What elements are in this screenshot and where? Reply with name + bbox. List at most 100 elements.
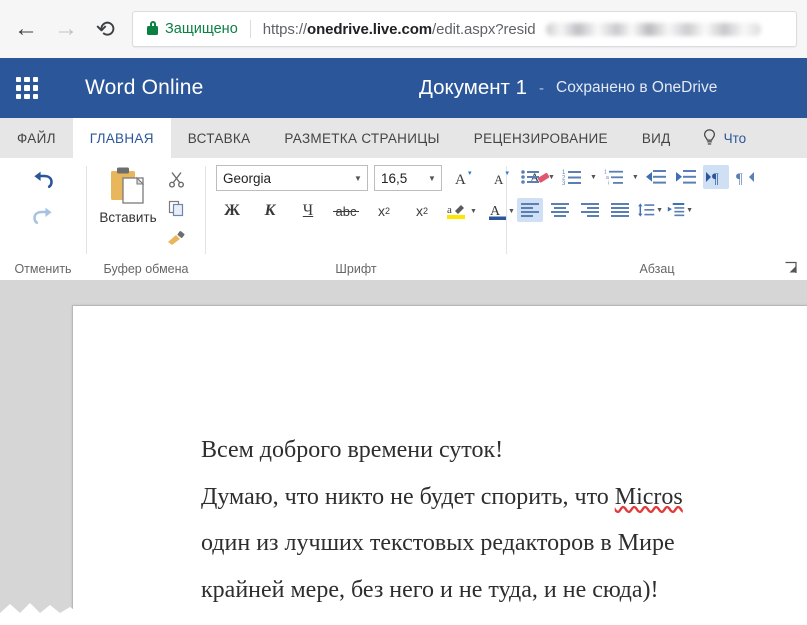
reload-icon: ⟳ — [96, 15, 116, 42]
tab-review[interactable]: РЕЦЕНЗИРОВАНИЕ — [457, 118, 625, 158]
right-to-left-button[interactable]: ¶ — [733, 165, 759, 189]
left-to-right-button[interactable]: ¶ — [702, 165, 729, 189]
tab-page-layout[interactable]: РАЗМЕТКА СТРАНИЦЫ — [267, 118, 456, 158]
italic-button[interactable]: К — [254, 199, 286, 223]
cut-button[interactable] — [163, 167, 189, 191]
app-launcher-button[interactable] — [4, 58, 50, 118]
multilevel-list-icon: 1 a i — [604, 170, 623, 186]
document-paragraph-1: Всем доброго времени суток! — [201, 437, 504, 463]
group-label-clipboard: Буфер обмена — [103, 262, 189, 276]
arrow-right-icon: → — [54, 15, 78, 42]
font-size-value: 16,5 — [381, 170, 408, 186]
url-host: onedrive.live.com — [307, 20, 433, 38]
ribbon-body: Отменить Вставить Буфер обмена Georgia ▼… — [0, 158, 807, 281]
paste-label: Вставить — [99, 210, 157, 225]
paragraph-shading-button[interactable]: ▼ — [667, 198, 693, 222]
format-painter-button[interactable] — [163, 225, 189, 249]
word-online-browser-window: ← → ⟳ Защищено https://onedrive.live.com… — [0, 0, 807, 625]
decrease-indent-button[interactable] — [643, 165, 669, 189]
bold-button[interactable]: Ж — [216, 199, 248, 223]
subscript-base: x — [377, 203, 385, 219]
office-header-bar: Word Online Документ 1 - Сохранено в One… — [0, 58, 807, 118]
document-paragraph-4: крайней мере, без него и не туда, и не с… — [201, 576, 659, 603]
svg-text:¶: ¶ — [712, 171, 719, 186]
strikethrough-button[interactable]: abc — [330, 199, 362, 223]
tab-insert[interactable]: ВСТАВКА — [171, 118, 268, 158]
line-spacing-button[interactable]: ▼ — [637, 198, 663, 222]
svg-text:A: A — [455, 172, 466, 188]
left-to-right-icon: ¶ — [706, 171, 719, 186]
underline-button[interactable]: Ч — [292, 199, 324, 223]
document-body[interactable]: Всем доброго времени суток! Думаю, что н… — [201, 434, 807, 625]
svg-text:A: A — [494, 172, 504, 187]
paragraph-shading-icon — [667, 203, 685, 217]
font-name-value: Georgia — [223, 170, 272, 186]
superscript-base: x — [415, 203, 423, 219]
forward-button[interactable]: → — [48, 11, 84, 47]
paragraph-row-bottom: ▼ ▼ — [517, 198, 693, 222]
font-color-icon: A — [488, 204, 506, 220]
paste-button[interactable]: Вставить — [95, 164, 161, 225]
svg-text:¶: ¶ — [736, 171, 743, 186]
paragraph-row-top: ▼ 1 2 3 ▼ 1 a i ▼ ¶ ¶ — [517, 165, 759, 189]
arrow-left-icon: ← — [14, 15, 38, 42]
ribbon-group-clipboard: Вставить Буфер обмена — [87, 158, 205, 280]
numbered-list-button[interactable]: 1 2 3 — [559, 165, 585, 189]
svg-text:3: 3 — [562, 181, 566, 186]
ribbon-tab-bar: ФАЙЛ ГЛАВНАЯ ВСТАВКА РАЗМЕТКА СТРАНИЦЫ Р… — [0, 118, 807, 159]
back-button[interactable]: ← — [8, 11, 44, 47]
multilevel-list-button[interactable]: 1 a i — [601, 165, 627, 189]
document-paragraph-2: Думаю, что никто не будет спорить, что M… — [201, 481, 807, 514]
reload-button[interactable]: ⟳ — [88, 11, 124, 47]
secure-label: Защищено — [165, 21, 238, 37]
lightbulb-icon — [703, 129, 715, 145]
text-highlight-button[interactable]: a ▼ — [444, 199, 480, 223]
document-title[interactable]: Документ 1 — [419, 76, 527, 100]
address-bar[interactable]: Защищено https://onedrive.live.com/edit.… — [132, 11, 797, 47]
font-size-dropdown[interactable]: 16,5 ▼ — [374, 165, 442, 191]
group-label-font: Шрифт — [335, 262, 377, 276]
copy-button[interactable] — [163, 196, 189, 220]
text-highlight-icon: a — [447, 204, 465, 219]
chevron-down-icon: ▼ — [656, 206, 663, 214]
superscript-button[interactable]: x2 — [406, 199, 438, 223]
document-page[interactable]: Всем доброго времени суток! Думаю, что н… — [72, 305, 807, 625]
tab-view[interactable]: ВИД — [625, 118, 688, 158]
tell-me-search[interactable]: Что — [688, 118, 747, 158]
app-name-label: Word Online — [85, 76, 204, 99]
chevron-down-icon[interactable]: ▼ — [590, 174, 597, 181]
save-status-label[interactable]: Сохранено в OneDrive — [556, 79, 717, 97]
chevron-down-icon[interactable]: ▼ — [632, 174, 639, 181]
security-indicator[interactable]: Защищено — [133, 21, 238, 37]
clipboard-small-buttons — [163, 164, 189, 249]
paragraph-2-text: Думаю, что никто не будет спорить, что — [201, 483, 615, 510]
subscript-button[interactable]: x2 — [368, 199, 400, 223]
increase-indent-button[interactable] — [673, 165, 699, 189]
numbered-list-icon: 1 2 3 — [562, 170, 581, 186]
justify-icon — [611, 203, 629, 217]
chevron-down-icon[interactable]: ▼ — [548, 174, 555, 181]
grow-font-icon: A — [455, 171, 472, 188]
subscript-index: 2 — [384, 206, 390, 216]
undo-button[interactable] — [23, 164, 63, 198]
font-name-dropdown[interactable]: Georgia ▼ — [216, 165, 368, 191]
right-to-left-icon: ¶ — [736, 171, 755, 186]
bullet-list-icon — [521, 170, 539, 184]
line-spacing-icon — [638, 203, 655, 217]
tell-me-label: Что — [723, 130, 747, 146]
align-left-button[interactable] — [517, 198, 543, 222]
align-center-button[interactable] — [547, 198, 573, 222]
tab-home[interactable]: ГЛАВНАЯ — [72, 118, 171, 158]
tab-file[interactable]: ФАЙЛ — [0, 118, 73, 158]
document-paragraph-5: сожалению, установлен он далеко не на вс… — [201, 621, 807, 625]
superscript-index: 2 — [422, 206, 428, 216]
paragraph-dialog-launcher[interactable] — [784, 261, 800, 277]
bullet-list-button[interactable] — [517, 165, 543, 189]
group-label-paragraph: Абзац — [639, 262, 675, 276]
grow-font-button[interactable]: A — [448, 166, 480, 190]
align-right-button[interactable] — [577, 198, 603, 222]
redo-button[interactable] — [23, 200, 63, 234]
align-center-icon — [551, 203, 569, 217]
copy-icon — [168, 200, 183, 216]
justify-button[interactable] — [607, 198, 633, 222]
